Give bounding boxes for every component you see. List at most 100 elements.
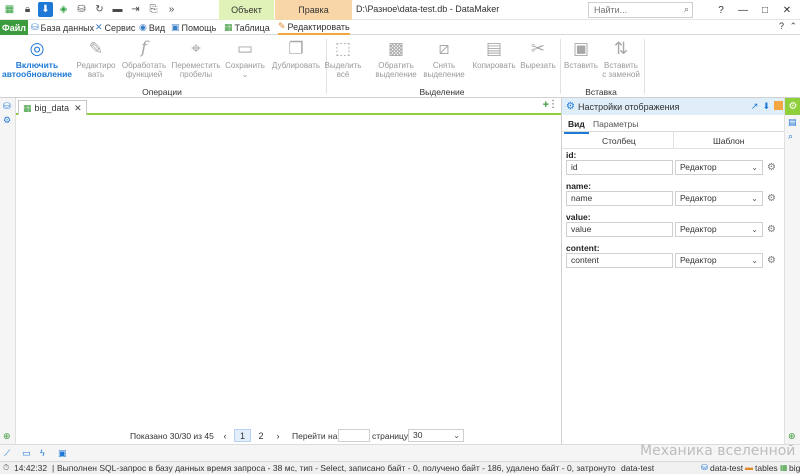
field-input-value[interactable]: value — [566, 222, 673, 237]
crumb-tables[interactable]: tables — [755, 463, 778, 473]
button-label: Вырезать — [520, 61, 556, 70]
table-icon: ▦ — [23, 102, 32, 113]
calendar-icon[interactable]: ▣ — [58, 448, 67, 459]
document-tabs: ▦ big_data ✕ + ⋮ — [16, 98, 561, 115]
gear-icon[interactable]: ⚙ — [785, 98, 800, 115]
paste-button[interactable]: ▣ Вставить — [562, 36, 600, 71]
more-icon[interactable]: » — [164, 2, 179, 17]
edit-button[interactable]: ✎ Редактиро вать — [76, 36, 116, 80]
help-icon[interactable]: ? — [779, 21, 784, 31]
minimize-panel-icon[interactable] — [774, 101, 783, 110]
document-tab-big-data[interactable]: ▦ big_data ✕ — [18, 100, 87, 115]
minimize-button[interactable]: — — [732, 2, 754, 18]
collapse-ribbon-icon[interactable]: ⌃ — [789, 21, 797, 32]
chart-icon[interactable]: ⟋ — [4, 448, 10, 459]
gear-icon[interactable]: ⚙ — [767, 193, 776, 204]
search-db-icon[interactable]: ⚙ — [3, 115, 11, 126]
template-value: Редактор — [680, 162, 717, 172]
tab-table[interactable]: ▦ Таблица — [224, 20, 270, 35]
cut-button[interactable]: ✂ Вырезать — [518, 36, 558, 71]
tab-parameters[interactable]: Параметры — [593, 119, 638, 129]
search-box[interactable]: ⌕ — [588, 2, 693, 18]
tab-service[interactable]: ✕ Сервис — [95, 20, 135, 35]
pin-icon[interactable]: ⬇ — [38, 2, 53, 17]
search-icon[interactable]: ⌕ — [788, 131, 793, 142]
pin-icon[interactable]: ⬇ — [762, 101, 770, 112]
move-spaces-button[interactable]: ⌖ Переместить пробелы — [168, 36, 224, 80]
database-icon[interactable]: ⛁ — [3, 101, 11, 112]
column-divider — [673, 132, 674, 149]
lightning-icon[interactable]: ϟ — [40, 448, 45, 458]
paste-replace-button[interactable]: ⇅ Вставить с заменой — [602, 36, 640, 80]
copy-button[interactable]: ▤ Копировать — [470, 36, 518, 71]
button-label: Обработать функцией — [121, 61, 167, 79]
database-icon[interactable]: ▤ — [788, 117, 797, 128]
page-size-value: 30 — [413, 430, 423, 440]
page-size-select[interactable]: 30 ⌄ — [408, 429, 464, 442]
tab-database[interactable]: ⛁ База данных — [31, 20, 94, 35]
tab-view[interactable]: Вид — [564, 119, 589, 134]
field-input-content[interactable]: content — [566, 253, 673, 268]
template-select-value[interactable]: Редактор ⌄ — [675, 222, 763, 237]
database-icon[interactable]: ⛁ — [74, 2, 89, 17]
search-icon[interactable]: ⌕ — [684, 4, 689, 15]
button-label: Сохранить — [225, 61, 265, 70]
refresh-icon[interactable]: ↻ — [92, 2, 107, 17]
undock-icon[interactable]: ↗ — [751, 101, 759, 112]
auto-refresh-button[interactable]: ◎ Включить автообновление — [2, 36, 72, 79]
column-header-row: Столбец Шаблон — [562, 132, 785, 149]
field-input-id[interactable]: id — [566, 160, 673, 175]
copy-icon: ▤ — [485, 38, 503, 58]
export-icon[interactable]: ⎘ — [146, 2, 161, 17]
template-select-id[interactable]: Редактор ⌄ — [675, 160, 763, 175]
tab-edit[interactable]: ✎ Редактировать — [278, 20, 350, 35]
help-button[interactable]: ? — [710, 2, 732, 18]
field-input-name[interactable]: name — [566, 191, 673, 206]
crumb-db[interactable]: data-test — [710, 463, 743, 473]
tab-help[interactable]: ▣ Помощь — [171, 20, 216, 35]
more-options-icon[interactable]: ⋮ — [548, 99, 558, 110]
process-function-button[interactable]: f Обработать функцией — [118, 36, 170, 79]
gear-icon[interactable]: ⚙ — [767, 255, 776, 266]
tab-view[interactable]: ◉ Вид — [139, 20, 165, 35]
button-label: Редактиро вать — [76, 61, 116, 79]
deselect-icon: ⧄ — [438, 38, 450, 58]
deselect-button[interactable]: ⧄ Снять выделение — [420, 36, 468, 80]
duplicate-button[interactable]: ❐ Дублировать — [268, 36, 324, 71]
pencil-icon: ✎ — [88, 38, 104, 58]
invert-selection-button[interactable]: ▩ Обратить выделение — [372, 36, 420, 80]
scissors-icon: ✂ — [530, 38, 546, 58]
table-icon[interactable]: ▦ — [2, 2, 17, 17]
save-button[interactable]: ▭ Сохранить ⌄ — [222, 36, 268, 80]
page-1-button[interactable]: 1 — [234, 429, 251, 442]
close-button[interactable]: ✕ — [776, 2, 798, 18]
data-grid[interactable] — [16, 115, 561, 427]
wrench-icon: ✕ — [95, 22, 103, 32]
folder-icon[interactable]: ▬ — [110, 2, 125, 17]
select-all-button[interactable]: ⬚ Выделить всё — [325, 36, 362, 80]
template-select-name[interactable]: Редактор ⌄ — [675, 191, 763, 206]
maximize-button[interactable]: □ — [754, 2, 776, 18]
next-page-icon[interactable]: › — [272, 429, 284, 442]
column-header-column: Столбец — [602, 136, 636, 146]
prev-page-icon[interactable]: ‹ — [219, 429, 231, 442]
gear-icon[interactable]: ⚙ — [767, 162, 776, 173]
template-select-content[interactable]: Редактор ⌄ — [675, 253, 763, 268]
add-icon[interactable]: ⊕ — [3, 431, 11, 442]
close-icon[interactable]: ✕ — [74, 103, 82, 114]
tab-file[interactable]: Файл — [0, 20, 28, 35]
add-icon[interactable]: ⊕ — [788, 431, 796, 442]
chevron-down-icon[interactable]: ⌄ — [242, 70, 249, 79]
pager: Показано 30/30 из 45 ‹ 1 2 › Перейти на … — [16, 427, 561, 444]
button-label: Вставить — [564, 61, 598, 70]
gear-icon[interactable]: ⚙ — [767, 224, 776, 235]
lock-icon[interactable]: 🔒︎ — [20, 2, 35, 17]
crumb-table[interactable]: big — [789, 463, 800, 473]
invert-selection-icon: ▩ — [387, 38, 405, 58]
save-db-icon[interactable]: ◈ — [56, 2, 71, 17]
login-icon[interactable]: ⇥ — [128, 2, 143, 17]
search-input[interactable] — [589, 3, 677, 17]
goto-page-input[interactable] — [338, 429, 370, 442]
monitor-icon[interactable]: ▭ — [22, 448, 31, 459]
page-2-button[interactable]: 2 — [254, 429, 268, 442]
